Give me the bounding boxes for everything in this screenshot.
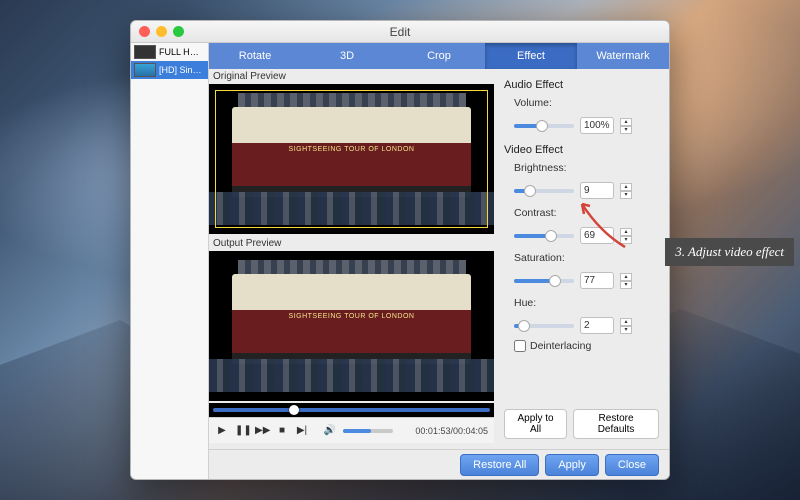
effects-panel: Audio Effect Volume: 100% ▴▾ Video Effec… (494, 69, 669, 449)
output-preview-label: Output Preview (209, 236, 494, 251)
step-down-icon: ▾ (620, 126, 632, 134)
brightness-slider[interactable] (514, 189, 574, 193)
scrub-knob-icon[interactable] (289, 405, 299, 415)
clip-item[interactable]: [HD] Sing-... (131, 61, 208, 79)
clip-label: [HD] Sing-... (159, 65, 205, 75)
tab-watermark[interactable]: Watermark (577, 43, 669, 69)
hue-value[interactable]: 2 (580, 317, 614, 334)
play-button[interactable]: ▶ (215, 425, 229, 436)
clip-label: FULL HD ... (159, 47, 205, 57)
time-display: 00:01:53/00:04:05 (415, 426, 488, 436)
contrast-slider[interactable] (514, 234, 574, 238)
deinterlacing-input[interactable] (514, 340, 526, 352)
traffic-lights (139, 26, 184, 37)
zoom-icon[interactable] (173, 26, 184, 37)
original-preview (209, 84, 494, 234)
scrubber[interactable] (209, 403, 494, 417)
clip-thumb-icon (134, 63, 156, 77)
original-preview-label: Original Preview (209, 69, 494, 84)
saturation-stepper[interactable]: ▴▾ (620, 273, 632, 289)
preview-column: Original Preview Output Preview ▶ ❚❚ ▶ (209, 69, 494, 449)
transport-bar: ▶ ❚❚ ▶▶ ■ ▶| 🔊 00:01:53/00:04:05 (209, 417, 494, 443)
window-title: Edit (131, 25, 669, 39)
saturation-label: Saturation: (514, 252, 576, 264)
close-icon[interactable] (139, 26, 150, 37)
volume-stepper[interactable]: ▴▾ (620, 118, 632, 134)
brightness-label: Brightness: (514, 162, 576, 174)
apply-button[interactable]: Apply (545, 454, 599, 476)
pause-button[interactable]: ❚❚ (235, 425, 249, 436)
edit-window: Edit FULL HD ... [HD] Sing-... Rotate 3D… (130, 20, 670, 480)
next-button[interactable]: ▶| (295, 425, 309, 436)
fast-forward-button[interactable]: ▶▶ (255, 425, 269, 436)
saturation-slider[interactable] (514, 279, 574, 283)
tab-effect[interactable]: Effect (485, 43, 577, 69)
video-effect-section: Video Effect (504, 144, 659, 156)
volume-label: Volume: (514, 97, 576, 109)
hue-label: Hue: (514, 297, 576, 309)
footer-bar: Restore All Apply Close (209, 449, 669, 479)
titlebar[interactable]: Edit (131, 21, 669, 43)
saturation-value[interactable]: 77 (580, 272, 614, 289)
audio-effect-section: Audio Effect (504, 79, 659, 91)
annotation-callout: 3. Adjust video effect (665, 238, 794, 266)
clip-list: FULL HD ... [HD] Sing-... (131, 43, 209, 479)
volume-icon[interactable]: 🔊 (323, 425, 337, 436)
deinterlacing-label: Deinterlacing (530, 340, 591, 352)
clip-thumb-icon (134, 45, 156, 59)
contrast-value[interactable]: 69 (580, 227, 614, 244)
clip-item[interactable]: FULL HD ... (131, 43, 208, 61)
tab-bar: Rotate 3D Crop Effect Watermark (209, 43, 669, 69)
volume-value[interactable]: 100% (580, 117, 614, 134)
close-button[interactable]: Close (605, 454, 659, 476)
tab-3d[interactable]: 3D (301, 43, 393, 69)
deinterlacing-checkbox[interactable]: Deinterlacing (514, 340, 659, 352)
apply-to-all-button[interactable]: Apply to All (504, 409, 567, 439)
brightness-value[interactable]: 9 (580, 182, 614, 199)
restore-defaults-button[interactable]: Restore Defaults (573, 409, 659, 439)
minimize-icon[interactable] (156, 26, 167, 37)
tab-crop[interactable]: Crop (393, 43, 485, 69)
tab-rotate[interactable]: Rotate (209, 43, 301, 69)
step-up-icon: ▴ (620, 118, 632, 126)
contrast-stepper[interactable]: ▴▾ (620, 228, 632, 244)
hue-slider[interactable] (514, 324, 574, 328)
stop-button[interactable]: ■ (275, 425, 289, 436)
hue-stepper[interactable]: ▴▾ (620, 318, 632, 334)
output-preview (209, 251, 494, 401)
volume-effect-slider[interactable] (514, 124, 574, 128)
brightness-stepper[interactable]: ▴▾ (620, 183, 632, 199)
restore-all-button[interactable]: Restore All (460, 454, 539, 476)
volume-slider[interactable] (343, 429, 393, 433)
contrast-label: Contrast: (514, 207, 576, 219)
